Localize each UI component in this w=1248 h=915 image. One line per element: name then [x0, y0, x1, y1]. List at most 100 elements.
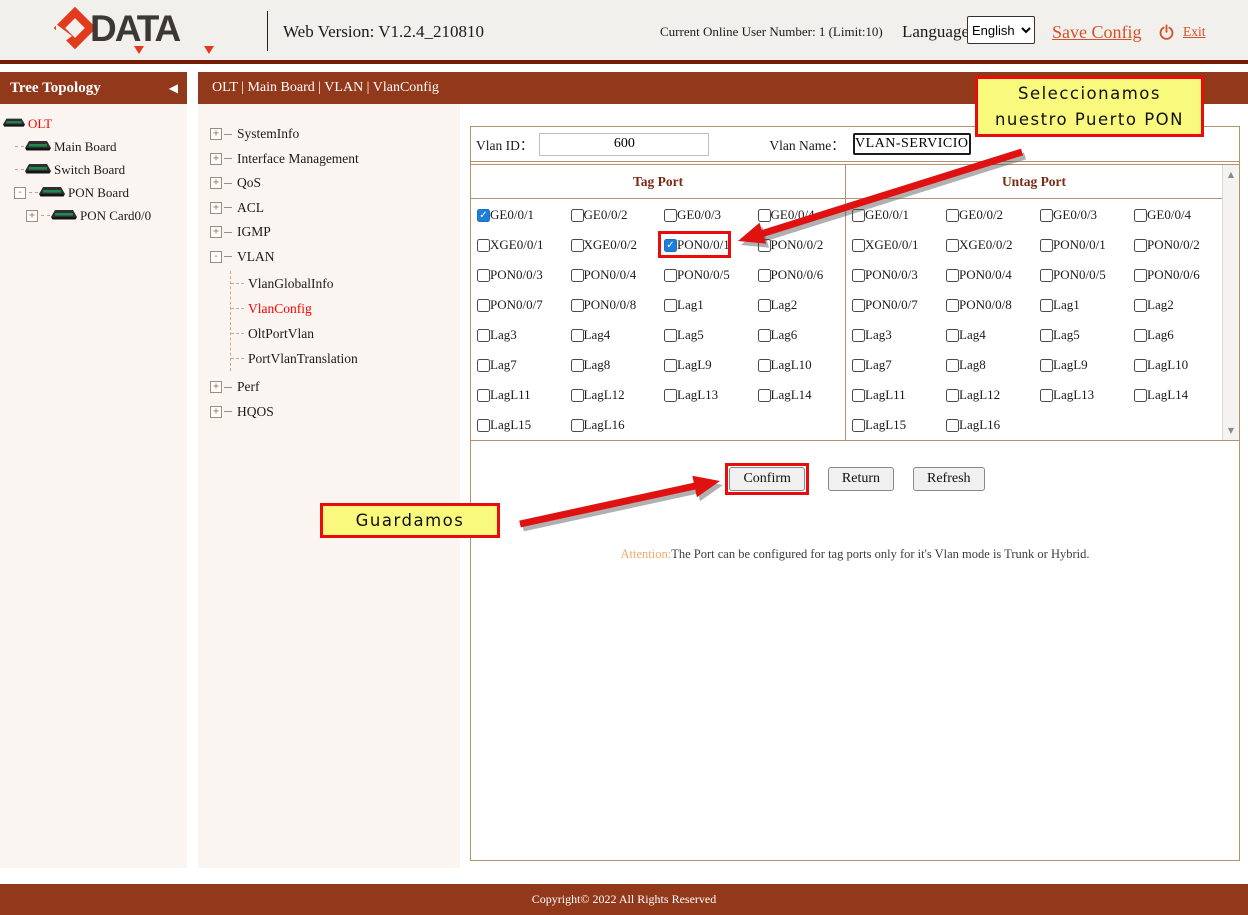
tag-port-checkbox-pon0-0-5[interactable]: [664, 269, 677, 282]
untag-port-checkbox-ge0-0-4[interactable]: [1134, 209, 1147, 222]
tree-item-pon-board[interactable]: -PON Board: [0, 181, 187, 204]
vlan-id-input[interactable]: [539, 133, 709, 156]
expand-node-icon[interactable]: +: [26, 210, 38, 222]
refresh-button[interactable]: Refresh: [913, 467, 985, 491]
tag-port-checkbox-xge0-0-1[interactable]: [477, 239, 490, 252]
tag-port-checkbox-pon0-0-2[interactable]: [758, 239, 771, 252]
untag-port-checkbox-lagl15[interactable]: [852, 419, 865, 432]
menu-item-qos[interactable]: +QoS: [210, 171, 460, 196]
expand-menu-icon[interactable]: +: [210, 128, 222, 140]
tag-port-label: PON0/0/5: [677, 267, 730, 283]
untag-port-checkbox-lag7[interactable]: [852, 359, 865, 372]
expand-menu-icon[interactable]: +: [210, 406, 222, 418]
untag-port-checkbox-ge0-0-3[interactable]: [1040, 209, 1053, 222]
exit-link[interactable]: Exit: [1183, 24, 1206, 40]
tag-port-checkbox-lag6[interactable]: [758, 329, 771, 342]
tag-port-checkbox-ge0-0-2[interactable]: [571, 209, 584, 222]
expand-menu-icon[interactable]: +: [210, 202, 222, 214]
menu-item-hqos[interactable]: +HQOS: [210, 400, 460, 425]
tag-port-checkbox-lag4[interactable]: [571, 329, 584, 342]
menu-subitem-vlanconfig[interactable]: VlanConfig: [231, 296, 460, 321]
untag-port-checkbox-lag6[interactable]: [1134, 329, 1147, 342]
table-scrollbar[interactable]: ▲ ▼: [1222, 165, 1239, 440]
tree-item-olt[interactable]: OLT: [0, 112, 187, 135]
return-button[interactable]: Return: [828, 467, 894, 491]
untag-port-checkbox-xge0-0-2[interactable]: [946, 239, 959, 252]
tag-port-checkbox-ge0-0-3[interactable]: [664, 209, 677, 222]
untag-port-checkbox-ge0-0-2[interactable]: [946, 209, 959, 222]
untag-port-checkbox-lag5[interactable]: [1040, 329, 1053, 342]
menu-item-igmp[interactable]: +IGMP: [210, 220, 460, 245]
menu-item-perf[interactable]: +Perf: [210, 375, 460, 400]
untag-port-checkbox-pon0-0-7[interactable]: [852, 299, 865, 312]
untag-port-checkbox-xge0-0-1[interactable]: [852, 239, 865, 252]
language-select[interactable]: English: [967, 16, 1035, 44]
scroll-up-icon[interactable]: ▲: [1223, 170, 1239, 179]
untag-port-checkbox-lagl9[interactable]: [1040, 359, 1053, 372]
tag-port-checkbox-lagl11[interactable]: [477, 389, 490, 402]
tag-port-checkbox-lagl9[interactable]: [664, 359, 677, 372]
menu-item-systeminfo[interactable]: +SystemInfo: [210, 122, 460, 147]
menu-subitem-oltportvlan[interactable]: OltPortVlan: [231, 321, 460, 346]
untag-port-checkbox-lagl12[interactable]: [946, 389, 959, 402]
tag-port-checkbox-xge0-0-2[interactable]: [571, 239, 584, 252]
vlan-name-input[interactable]: [853, 133, 971, 155]
tag-port-checkbox-pon0-0-8[interactable]: [571, 299, 584, 312]
tag-port-checkbox-pon0-0-6[interactable]: [758, 269, 771, 282]
tag-port-checkbox-pon0-0-4[interactable]: [571, 269, 584, 282]
menu-item-acl[interactable]: +ACL: [210, 196, 460, 221]
untag-port-checkbox-pon0-0-2[interactable]: [1134, 239, 1147, 252]
tag-port-checkbox-lag5[interactable]: [664, 329, 677, 342]
collapse-menu-icon[interactable]: -: [210, 251, 222, 263]
menu-item-interface-management[interactable]: +Interface Management: [210, 147, 460, 172]
untag-port-checkbox-ge0-0-1[interactable]: [852, 209, 865, 222]
tree-item-main-board[interactable]: Main Board: [0, 135, 187, 158]
untag-port-checkbox-lagl14[interactable]: [1134, 389, 1147, 402]
confirm-button[interactable]: Confirm: [729, 467, 804, 491]
tag-port-checkbox-lag3[interactable]: [477, 329, 490, 342]
tag-port-checkbox-ge0-0-4[interactable]: [758, 209, 771, 222]
untag-port-checkbox-pon0-0-6[interactable]: [1134, 269, 1147, 282]
expand-menu-icon[interactable]: +: [210, 153, 222, 165]
tree-item-switch-board[interactable]: Switch Board: [0, 158, 187, 181]
collapse-node-icon[interactable]: -: [14, 187, 26, 199]
menu-subitem-vlanglobalinfo[interactable]: VlanGlobalInfo: [231, 271, 460, 296]
tag-port-checkbox-lagl12[interactable]: [571, 389, 584, 402]
untag-port-checkbox-lag4[interactable]: [946, 329, 959, 342]
tag-port-checkbox-lag2[interactable]: [758, 299, 771, 312]
save-config-link[interactable]: Save Config: [1052, 0, 1142, 64]
menu-subitem-portvlantranslation[interactable]: PortVlanTranslation: [231, 346, 460, 371]
tag-port-checkbox-lag8[interactable]: [571, 359, 584, 372]
tag-port-checkbox-lagl16[interactable]: [571, 419, 584, 432]
tag-port-checkbox-lagl13[interactable]: [664, 389, 677, 402]
untag-port-checkbox-lag1[interactable]: [1040, 299, 1053, 312]
expand-menu-icon[interactable]: +: [210, 226, 222, 238]
tag-port-checkbox-lagl10[interactable]: [758, 359, 771, 372]
untag-port-checkbox-pon0-0-8[interactable]: [946, 299, 959, 312]
untag-port-checkbox-lagl13[interactable]: [1040, 389, 1053, 402]
untag-port-checkbox-lagl10[interactable]: [1134, 359, 1147, 372]
untag-port-checkbox-lagl11[interactable]: [852, 389, 865, 402]
untag-port-checkbox-pon0-0-5[interactable]: [1040, 269, 1053, 282]
untag-port-checkbox-pon0-0-3[interactable]: [852, 269, 865, 282]
collapse-panel-icon[interactable]: ◀: [169, 72, 178, 104]
untag-port-checkbox-lagl16[interactable]: [946, 419, 959, 432]
expand-menu-icon[interactable]: +: [210, 381, 222, 393]
expand-menu-icon[interactable]: +: [210, 177, 222, 189]
tree-item-pon-card0-0[interactable]: +PON Card0/0: [0, 204, 187, 227]
tag-port-checkbox-pon0-0-7[interactable]: [477, 299, 490, 312]
tag-port-checkbox-pon0-0-3[interactable]: [477, 269, 490, 282]
tag-port-checkbox-lagl15[interactable]: [477, 419, 490, 432]
menu-item-vlan[interactable]: -VLAN: [210, 245, 460, 270]
untag-port-checkbox-lag3[interactable]: [852, 329, 865, 342]
untag-port-checkbox-pon0-0-1[interactable]: [1040, 239, 1053, 252]
untag-port-checkbox-lag8[interactable]: [946, 359, 959, 372]
tag-port-checkbox-lag1[interactable]: [664, 299, 677, 312]
untag-port-checkbox-pon0-0-4[interactable]: [946, 269, 959, 282]
untag-port-checkbox-lag2[interactable]: [1134, 299, 1147, 312]
tag-port-checkbox-lag7[interactable]: [477, 359, 490, 372]
scroll-down-icon[interactable]: ▼: [1223, 426, 1239, 435]
tag-port-checkbox-lagl14[interactable]: [758, 389, 771, 402]
power-icon[interactable]: [1158, 24, 1175, 41]
tag-port-checkbox-ge0-0-1[interactable]: ✓: [477, 209, 490, 222]
